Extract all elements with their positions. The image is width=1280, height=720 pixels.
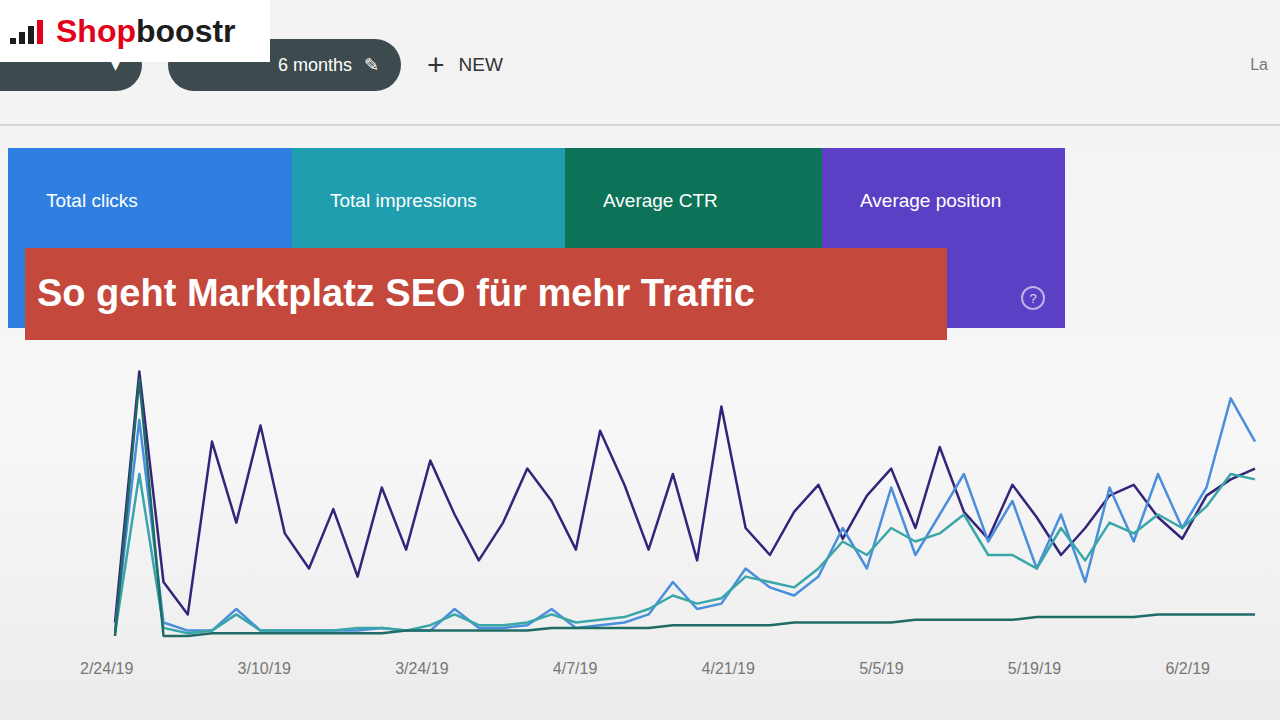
metric-label: Total impressions [330, 190, 477, 211]
page: Shopboostr▾6 months✎+NEWLaTotal clicksTo… [0, 0, 1280, 720]
x-tick: 4/7/19 [553, 660, 597, 678]
plus-icon: + [427, 50, 445, 80]
x-tick: 5/19/19 [1008, 660, 1061, 678]
x-tick: 6/2/19 [1165, 660, 1209, 678]
series-line [115, 371, 1255, 622]
series-line [115, 474, 1255, 633]
chart-plot [0, 346, 1280, 646]
metric-label: Average position [860, 190, 1001, 211]
metric-label: Total clicks [46, 190, 138, 211]
new-button[interactable]: + NEW [427, 50, 503, 80]
logo: Shopboostr [0, 0, 270, 62]
title-text: So geht Marktplatz SEO für mehr Traffic [37, 271, 755, 317]
metric-label: Average CTR [603, 190, 718, 211]
series-line [115, 380, 1255, 637]
x-tick: 3/24/19 [395, 660, 448, 678]
bars-icon [10, 18, 50, 44]
help-icon[interactable]: ? [1021, 286, 1045, 310]
last-updated-text: La [1250, 56, 1272, 74]
title-overlay: So geht Marktplatz SEO für mehr Traffic [25, 248, 947, 340]
series-line [115, 398, 1255, 630]
x-tick: 3/10/19 [238, 660, 291, 678]
x-tick: 5/5/19 [859, 660, 903, 678]
divider [0, 124, 1280, 126]
x-tick: 4/21/19 [702, 660, 755, 678]
chip-icon: ✎ [364, 54, 379, 76]
new-label: NEW [459, 54, 503, 76]
performance-chart: 2/24/19 3/10/19 3/24/19 4/7/19 4/21/19 5/5/19… [0, 346, 1280, 678]
x-tick: 2/24/19 [80, 660, 133, 678]
logo-text: boostr [136, 15, 236, 47]
chip-label: 6 months [278, 55, 352, 76]
logo-text: Shop [56, 15, 136, 47]
x-axis: 2/24/19 3/10/19 3/24/19 4/7/19 4/21/19 5/5/19… [0, 646, 1280, 678]
